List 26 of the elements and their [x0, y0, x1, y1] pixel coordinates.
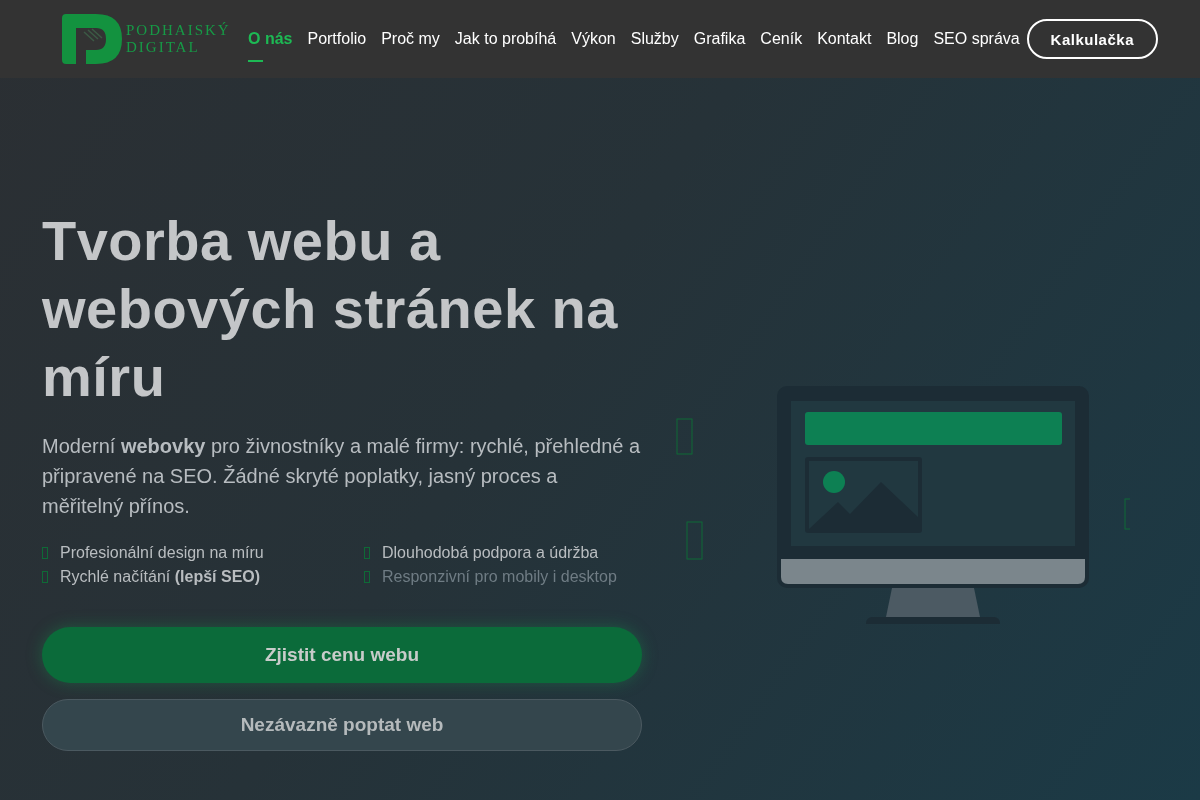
nav-link[interactable]: Výkon: [571, 22, 616, 56]
glyph-box-icon: [42, 547, 48, 559]
nav-link[interactable]: Grafika: [693, 22, 746, 56]
feature-text: Responzivní pro mobily i desktop: [382, 567, 617, 587]
logo-icon[interactable]: [62, 14, 122, 64]
nav-link[interactable]: Jak to probíhá: [454, 22, 557, 56]
nav-link[interactable]: Blog: [886, 22, 919, 56]
nav-link[interactable]: Ceník: [760, 22, 803, 56]
nav-link[interactable]: Portfolio: [307, 22, 367, 56]
inquiry-button[interactable]: Nezávazně poptat web: [42, 699, 642, 751]
nav-link[interactable]: Proč my: [381, 22, 440, 56]
nav-link[interactable]: Kontakt: [817, 22, 872, 56]
glyph-box-icon: [364, 571, 370, 583]
feature-text: Dlouhodobá podpora a údržba: [382, 543, 599, 563]
price-button[interactable]: Zjistit cenu webu: [42, 627, 642, 683]
nav-link[interactable]: O nás: [248, 22, 293, 56]
nav-link[interactable]: SEO správa: [933, 22, 1020, 56]
feature-text: Rychlé načítání (lepší SEO): [60, 567, 261, 587]
glyph-box-icon: [42, 571, 48, 583]
hero-title: Tvorba webu a webových stránek na míru: [42, 208, 619, 410]
glyph-box-icon: [364, 547, 370, 559]
hero-lead: Moderní webovky pro živnostníky a malé firmy: rychlé, přehledné a připravené na SEO. Žádné skryté poplatky, jasný proces a měřitelný přínos.: [42, 434, 642, 519]
feature-text: Profesionální design na míru: [60, 543, 264, 563]
calculator-button[interactable]: Kalkulačka: [1026, 19, 1158, 59]
active-underline: [248, 60, 263, 62]
nav-link[interactable]: Služby: [630, 22, 679, 56]
